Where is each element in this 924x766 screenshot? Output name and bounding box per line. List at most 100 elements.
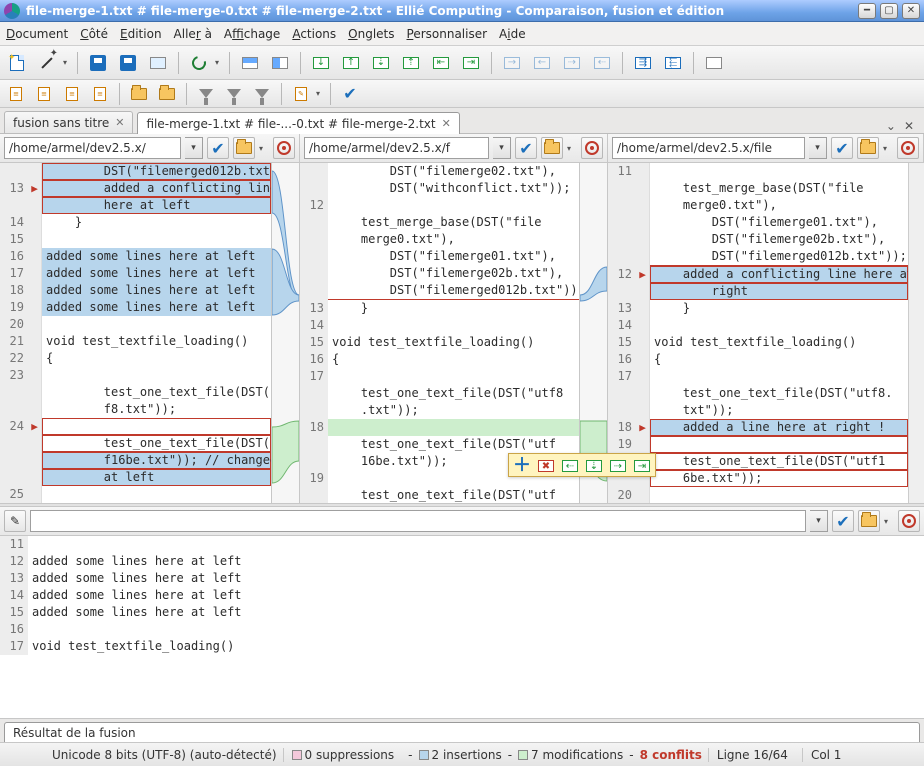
code-line[interactable]: DST("filemerge01.txt"), — [608, 214, 908, 231]
doc-type-4-button[interactable]: ≡ — [88, 83, 112, 105]
code-line[interactable]: 18▶ added a line here at right ! — [608, 419, 908, 436]
code-line[interactable]: test_one_text_file(DST("utf — [300, 436, 579, 453]
menu-personnaliser[interactable]: Personnaliser — [407, 27, 488, 41]
code-line[interactable]: here at left — [0, 197, 271, 214]
code-line[interactable]: 16 — [0, 621, 924, 638]
code-line[interactable]: 15added some lines here at left — [0, 604, 924, 621]
doc-type-2-button[interactable]: ≡ — [32, 83, 56, 105]
validate-button[interactable]: ✔ — [338, 83, 362, 105]
menu-edition[interactable]: Edition — [120, 27, 162, 41]
folder-1-button[interactable] — [127, 83, 151, 105]
code-line[interactable]: 13 } — [300, 300, 579, 317]
tab-untitled[interactable]: fusion sans titre ✕ — [4, 111, 133, 133]
toggle-horiz-button[interactable] — [237, 50, 263, 76]
code-line[interactable]: test_one_text_file(DST("utf — [300, 487, 579, 503]
menu-aller[interactable]: Aller à — [174, 27, 212, 41]
close-tab-icon[interactable]: ✕ — [115, 116, 124, 129]
code-line[interactable]: 12 — [300, 197, 579, 214]
code-line[interactable]: 17added some lines here at left — [0, 265, 271, 282]
code-line[interactable]: test_one_text_file(DST("ut — [0, 435, 271, 452]
left-path-dropdown[interactable]: ▾ — [185, 137, 203, 159]
mid-browse-button[interactable] — [541, 137, 563, 159]
mid-target-button[interactable] — [581, 137, 603, 159]
filter-add-button[interactable] — [222, 83, 246, 105]
close-button[interactable]: ✕ — [902, 3, 920, 19]
code-line[interactable]: 14 — [300, 317, 579, 334]
inline-add-button[interactable]: ＋ — [511, 456, 533, 476]
code-line[interactable]: 20 — [0, 316, 271, 333]
nav-next-change-button[interactable]: ↑ — [338, 50, 364, 76]
menu-document[interactable]: Document — [6, 27, 68, 41]
maximize-button[interactable]: ▢ — [880, 3, 898, 19]
nav-next-diff-button[interactable]: ⇡ — [398, 50, 424, 76]
copy-right-button[interactable]: ← — [529, 50, 555, 76]
right-path-input[interactable]: /home/armel/dev2.5.x/file — [612, 137, 805, 159]
code-line[interactable]: 13added some lines here at left — [0, 570, 924, 587]
nav-last-button[interactable]: ⇥ — [458, 50, 484, 76]
merge-all-right-button[interactable]: ⬱ — [660, 50, 686, 76]
code-line[interactable]: 17 — [608, 368, 908, 385]
code-line[interactable]: txt")); — [608, 402, 908, 419]
refresh-button[interactable] — [186, 50, 212, 76]
code-line[interactable]: DST("filemerge01.txt"), — [300, 248, 579, 265]
right-apply-button[interactable]: ✔ — [831, 137, 853, 159]
code-line[interactable]: DST("filemerged012b.txt"); — [0, 163, 271, 180]
code-line[interactable]: merge0.txt"), — [300, 231, 579, 248]
code-line[interactable]: right — [608, 283, 908, 300]
close-tab-icon[interactable]: ✕ — [442, 117, 451, 130]
code-line[interactable]: DST("filemerge02b.txt"), — [608, 231, 908, 248]
code-line[interactable]: 13▶ added a conflicting line — [0, 180, 271, 197]
filter-rem-button[interactable] — [250, 83, 274, 105]
code-line[interactable]: 18added some lines here at left — [0, 282, 271, 299]
inline-next-button[interactable]: ⇥ — [631, 456, 653, 476]
copy-left-button[interactable]: → — [499, 50, 525, 76]
code-line[interactable]: 23 — [0, 367, 271, 384]
code-line[interactable]: 12added some lines here at left — [0, 553, 924, 570]
vertical-scrollbar[interactable] — [908, 163, 924, 503]
left-browse-button[interactable] — [233, 137, 255, 159]
output-target-button[interactable] — [898, 510, 920, 532]
refresh-dropdown[interactable]: ▾ — [212, 50, 222, 76]
code-line[interactable]: f8.txt")); — [0, 401, 271, 418]
output-apply-button[interactable]: ✔ — [832, 510, 854, 532]
new-doc-button[interactable]: ✦ — [4, 50, 30, 76]
layout-button[interactable] — [701, 50, 727, 76]
output-tab-result[interactable]: Résultat de la fusion — [4, 722, 920, 742]
menu-actions[interactable]: Actions — [292, 27, 336, 41]
code-line[interactable]: test_one_text_file(DST("ut — [0, 384, 271, 401]
doc-type-1-button[interactable]: ≡ — [4, 83, 28, 105]
code-line[interactable]: test_merge_base(DST("file — [300, 214, 579, 231]
code-line[interactable]: DST("filemerged012b.txt")); — [608, 248, 908, 266]
menu-affichage[interactable]: Affichage — [224, 27, 280, 41]
merge-button-2[interactable]: ⇠ — [589, 50, 615, 76]
output-path-input[interactable] — [30, 510, 806, 532]
code-line[interactable]: 19 — [608, 436, 908, 453]
nav-prev-change-button[interactable]: ↓ — [308, 50, 334, 76]
tab-active[interactable]: file-merge-1.txt # file-...-0.txt # file… — [137, 112, 459, 134]
inline-accept-mid-button[interactable]: ⇣ — [583, 456, 605, 476]
code-line[interactable]: .txt")); — [300, 402, 579, 419]
left-target-button[interactable] — [273, 137, 295, 159]
mid-pane[interactable]: DST("filemerge02.txt"), DST("withconflic… — [300, 163, 579, 503]
code-line[interactable]: 25 — [0, 486, 271, 503]
left-apply-button[interactable]: ✔ — [207, 137, 229, 159]
right-target-button[interactable] — [897, 137, 919, 159]
code-line[interactable]: 16{ — [300, 351, 579, 368]
code-line[interactable]: 17 — [300, 368, 579, 385]
code-line[interactable]: DST("filemerged012b.txt")); — [300, 282, 579, 300]
right-pane[interactable]: 11 test_merge_base(DST("file merge0.txt"… — [608, 163, 908, 503]
tabs-close-all-icon[interactable]: ✕ — [904, 119, 914, 133]
code-line[interactable]: 11 — [608, 163, 908, 180]
tabs-menu-icon[interactable]: ⌄ — [886, 119, 896, 133]
output-edit-button[interactable]: ✎ — [4, 510, 26, 532]
code-line[interactable]: merge0.txt"), — [608, 197, 908, 214]
code-line[interactable]: test_one_text_file(DST("utf8. — [608, 385, 908, 402]
output-pane[interactable]: 1112added some lines here at left13added… — [0, 536, 924, 718]
code-line[interactable]: 14 } — [0, 214, 271, 231]
mid-path-input[interactable]: /home/armel/dev2.5.x/f — [304, 137, 489, 159]
code-line[interactable]: 16added some lines here at left — [0, 248, 271, 265]
doc-merge-button[interactable]: ✎ — [289, 83, 313, 105]
code-line[interactable]: 19added some lines here at left — [0, 299, 271, 316]
screenshot-button[interactable] — [145, 50, 171, 76]
code-line[interactable]: at left — [0, 469, 271, 486]
